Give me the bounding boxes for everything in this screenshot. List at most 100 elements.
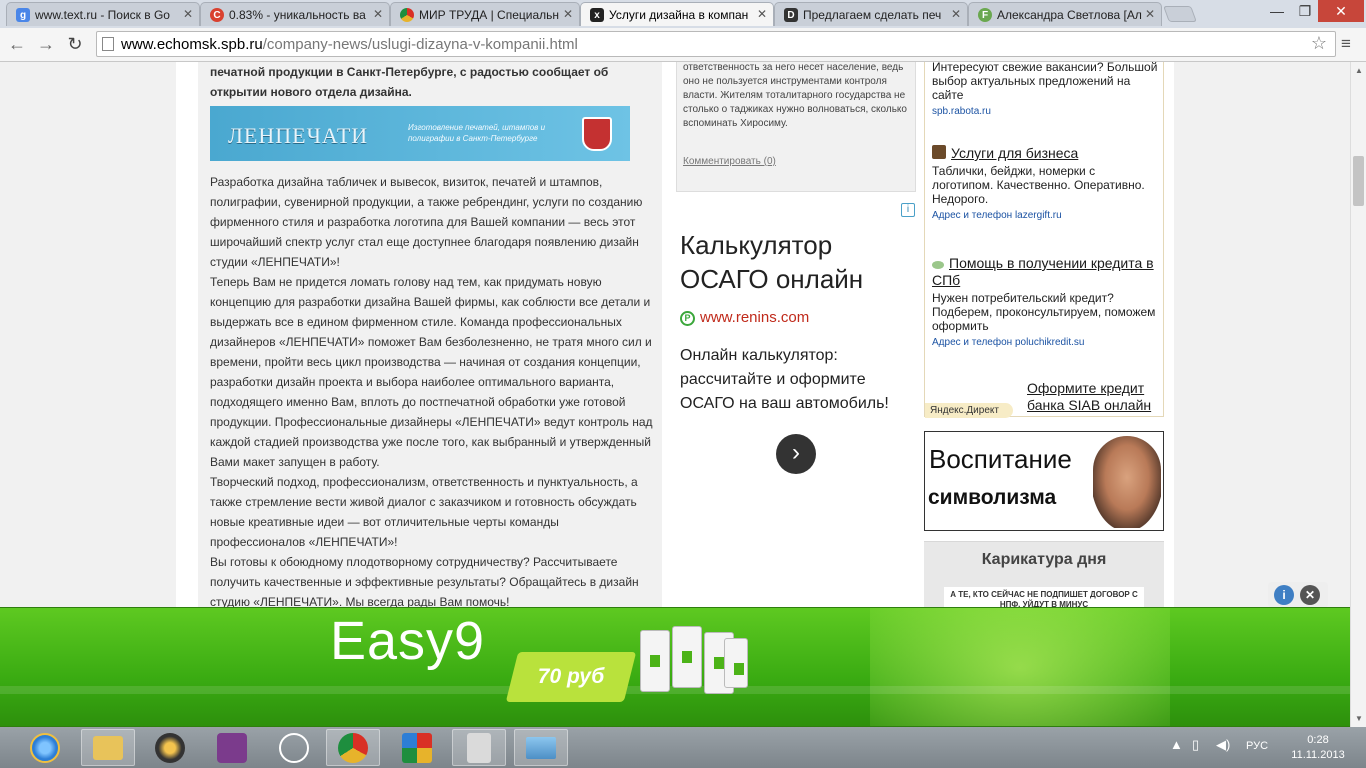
ad-info-icon[interactable]: i [901, 203, 915, 217]
taskbar-app-hp[interactable] [267, 729, 321, 766]
media-player-icon [155, 732, 185, 763]
article-paragraph: Разработка дизайна табличек и вывесок, в… [210, 175, 643, 269]
tab-title: Александра Светлова [Ал [997, 7, 1142, 22]
article-paragraph: Творческий подход, профессионализм, отве… [210, 475, 638, 549]
tab-title: 0.83% - уникальность ва [229, 7, 366, 22]
maximize-button[interactable]: ❐ [1292, 0, 1318, 22]
wifi-app-icon [217, 732, 247, 763]
fl-icon: F [978, 8, 992, 22]
echomsk-icon: x [590, 8, 604, 22]
browser-tab[interactable]: C 0.83% - уникальность ва ✕ [200, 2, 390, 26]
taskbar-app-explorer[interactable] [81, 729, 135, 766]
menu-icon[interactable]: ≡ [1341, 34, 1351, 54]
clock-time: 0:28 [1307, 734, 1329, 746]
explorer-icon [93, 735, 123, 760]
ad-description: Онлайн калькулятор: рассчитайте и оформи… [680, 347, 889, 412]
tab-close-icon[interactable]: ✕ [951, 7, 961, 21]
direct-ad-contact[interactable]: spb.rabota.ru [932, 106, 1158, 117]
spb-crest-icon [582, 117, 612, 151]
direct-ad-contact[interactable]: Адрес и телефон poluchikredit.su [932, 337, 1158, 348]
taskbar-app-puzzle[interactable] [390, 729, 444, 766]
url-host: www.echomsk.spb.ru [121, 36, 263, 53]
forward-button[interactable]: → [35, 34, 57, 55]
power-icon[interactable]: ▯ [1192, 737, 1199, 753]
back-button[interactable]: ← [6, 34, 28, 55]
volume-icon[interactable]: ◀) [1216, 737, 1230, 753]
taskbar-app-clipboard[interactable] [452, 729, 506, 766]
direct-ad-item[interactable]: Услуги для бизнеса Таблички, бейджи, ном… [932, 145, 1158, 221]
portrait-image [1093, 436, 1161, 528]
minimize-button[interactable]: — [1262, 0, 1292, 22]
browser-tab[interactable]: g www.text.ru - Поиск в Go ✕ [6, 2, 200, 26]
page-scrollbar[interactable]: ▲ ▼ [1350, 62, 1366, 727]
tab-close-icon[interactable]: ✕ [563, 7, 573, 21]
circuit-breaker-icon [672, 626, 702, 688]
ad-title[interactable]: Калькулятор ОСАГО онлайн [680, 228, 910, 296]
direct-ad-title: Услуги для бизнеса [951, 145, 1079, 161]
direct-ad-item[interactable]: Помощь в получении кредита в СПб Нужен п… [932, 255, 1158, 348]
easy9-banner[interactable]: Easy9 70 руб [0, 607, 1350, 727]
scroll-up-icon[interactable]: ▲ [1355, 66, 1363, 75]
browser-tab-active[interactable]: x Услуги дизайна в компан ✕ [580, 2, 774, 26]
windows-taskbar: ▲ ▯ ◀) РУС 0:28 11.11.2013 [0, 727, 1366, 768]
puzzle-icon [402, 732, 432, 763]
taskbar-app-media[interactable] [143, 729, 197, 766]
news-snippet-text: ответственность за него несет население,… [683, 62, 907, 129]
ad-domain: www.renins.com [700, 309, 810, 326]
lazergift-icon [932, 145, 946, 159]
browser-tab[interactable]: D Предлагаем сделать печ ✕ [774, 2, 968, 26]
browser-tab[interactable]: F Александра Светлова [Ал ✕ [968, 2, 1162, 26]
close-window-button[interactable]: ✕ [1318, 0, 1364, 22]
taskbar-app-wifi[interactable] [205, 729, 259, 766]
bookmark-star-icon[interactable]: ☆ [1311, 33, 1327, 54]
scroll-down-icon[interactable]: ▼ [1355, 714, 1363, 723]
language-indicator[interactable]: РУС [1246, 740, 1268, 752]
show-hidden-icons-icon[interactable]: ▲ [1170, 737, 1183, 752]
taskbar-app-ie[interactable] [18, 729, 72, 766]
new-tab-button[interactable] [1163, 6, 1197, 22]
siab-credit-link[interactable]: Оформите кредит банка SIAB онлайн [1027, 380, 1159, 414]
taskbar-app-photos[interactable] [514, 729, 568, 766]
article-body: Разработка дизайна табличек и вывесок, в… [210, 172, 654, 612]
direct-ad-text: Интересуют свежие вакансии? Большой выбо… [932, 62, 1158, 102]
info-icon[interactable]: i [1274, 585, 1294, 605]
lenpechati-banner[interactable]: ЛЕНПЕЧАТИ Изготовление печатей, штампов … [210, 106, 630, 161]
tab-close-icon[interactable]: ✕ [183, 7, 193, 21]
scrollbar-thumb[interactable] [1353, 156, 1364, 206]
system-clock[interactable]: 0:28 11.11.2013 [1288, 733, 1348, 763]
banner-tagline: Изготовление печатей, штампов и полиграф… [408, 123, 546, 143]
direct-ad-title: Помощь в получении кредита в СПб [932, 255, 1154, 288]
photo-viewer-icon [526, 736, 556, 759]
credit-icon [932, 261, 944, 269]
taskbar-app-chrome[interactable] [326, 729, 380, 766]
renins-icon: Р [680, 311, 695, 326]
ad-next-arrow-icon[interactable]: › [776, 434, 816, 474]
tab-close-icon[interactable]: ✕ [1145, 7, 1155, 21]
address-bar[interactable]: www.echomsk.spb.ru/company-news/uslugi-d… [96, 31, 1336, 57]
direct-ad-title-link[interactable]: Помощь в получении кредита в СПб [932, 255, 1158, 289]
circuit-breaker-icon [640, 630, 670, 692]
ad-domain-link[interactable]: Рwww.renins.com [680, 309, 809, 326]
comment-link[interactable]: Комментировать (0) [683, 156, 776, 167]
promo-banner[interactable]: Воспитание символизма [924, 431, 1164, 531]
direct-ad-title-link[interactable]: Услуги для бизнеса [932, 145, 1158, 162]
tab-title: МИР ТРУДА | Специальн [419, 7, 559, 22]
id-icon: D [784, 8, 798, 22]
direct-ad-contact[interactable]: Адрес и телефон lazergift.ru [932, 210, 1158, 221]
banner-logo: ЛЕНПЕЧАТИ [228, 123, 369, 148]
clock-date: 11.11.2013 [1291, 749, 1345, 761]
url-text[interactable]: www.echomsk.spb.ru/company-news/uslugi-d… [121, 36, 578, 53]
direct-ad-text: Таблички, бейджи, номерки с логотипом. К… [932, 164, 1145, 206]
circuit-breaker-icon [724, 638, 748, 688]
hp-icon [279, 732, 309, 763]
tab-close-icon[interactable]: ✕ [757, 7, 767, 21]
yandex-direct-label[interactable]: Яндекс.Директ [925, 403, 1013, 418]
tab-close-icon[interactable]: ✕ [373, 7, 383, 21]
url-path: /company-news/uslugi-dizayna-v-kompanii.… [262, 36, 578, 53]
close-icon[interactable]: ✕ [1300, 585, 1320, 605]
price-text: 70 руб [537, 665, 605, 688]
price-badge: 70 руб [505, 652, 637, 702]
direct-ad-item[interactable]: Интересуют свежие вакансии? Большой выбо… [932, 62, 1158, 117]
reload-button[interactable]: ↻ [64, 34, 86, 55]
browser-tab[interactable]: МИР ТРУДА | Специальн ✕ [390, 2, 580, 26]
